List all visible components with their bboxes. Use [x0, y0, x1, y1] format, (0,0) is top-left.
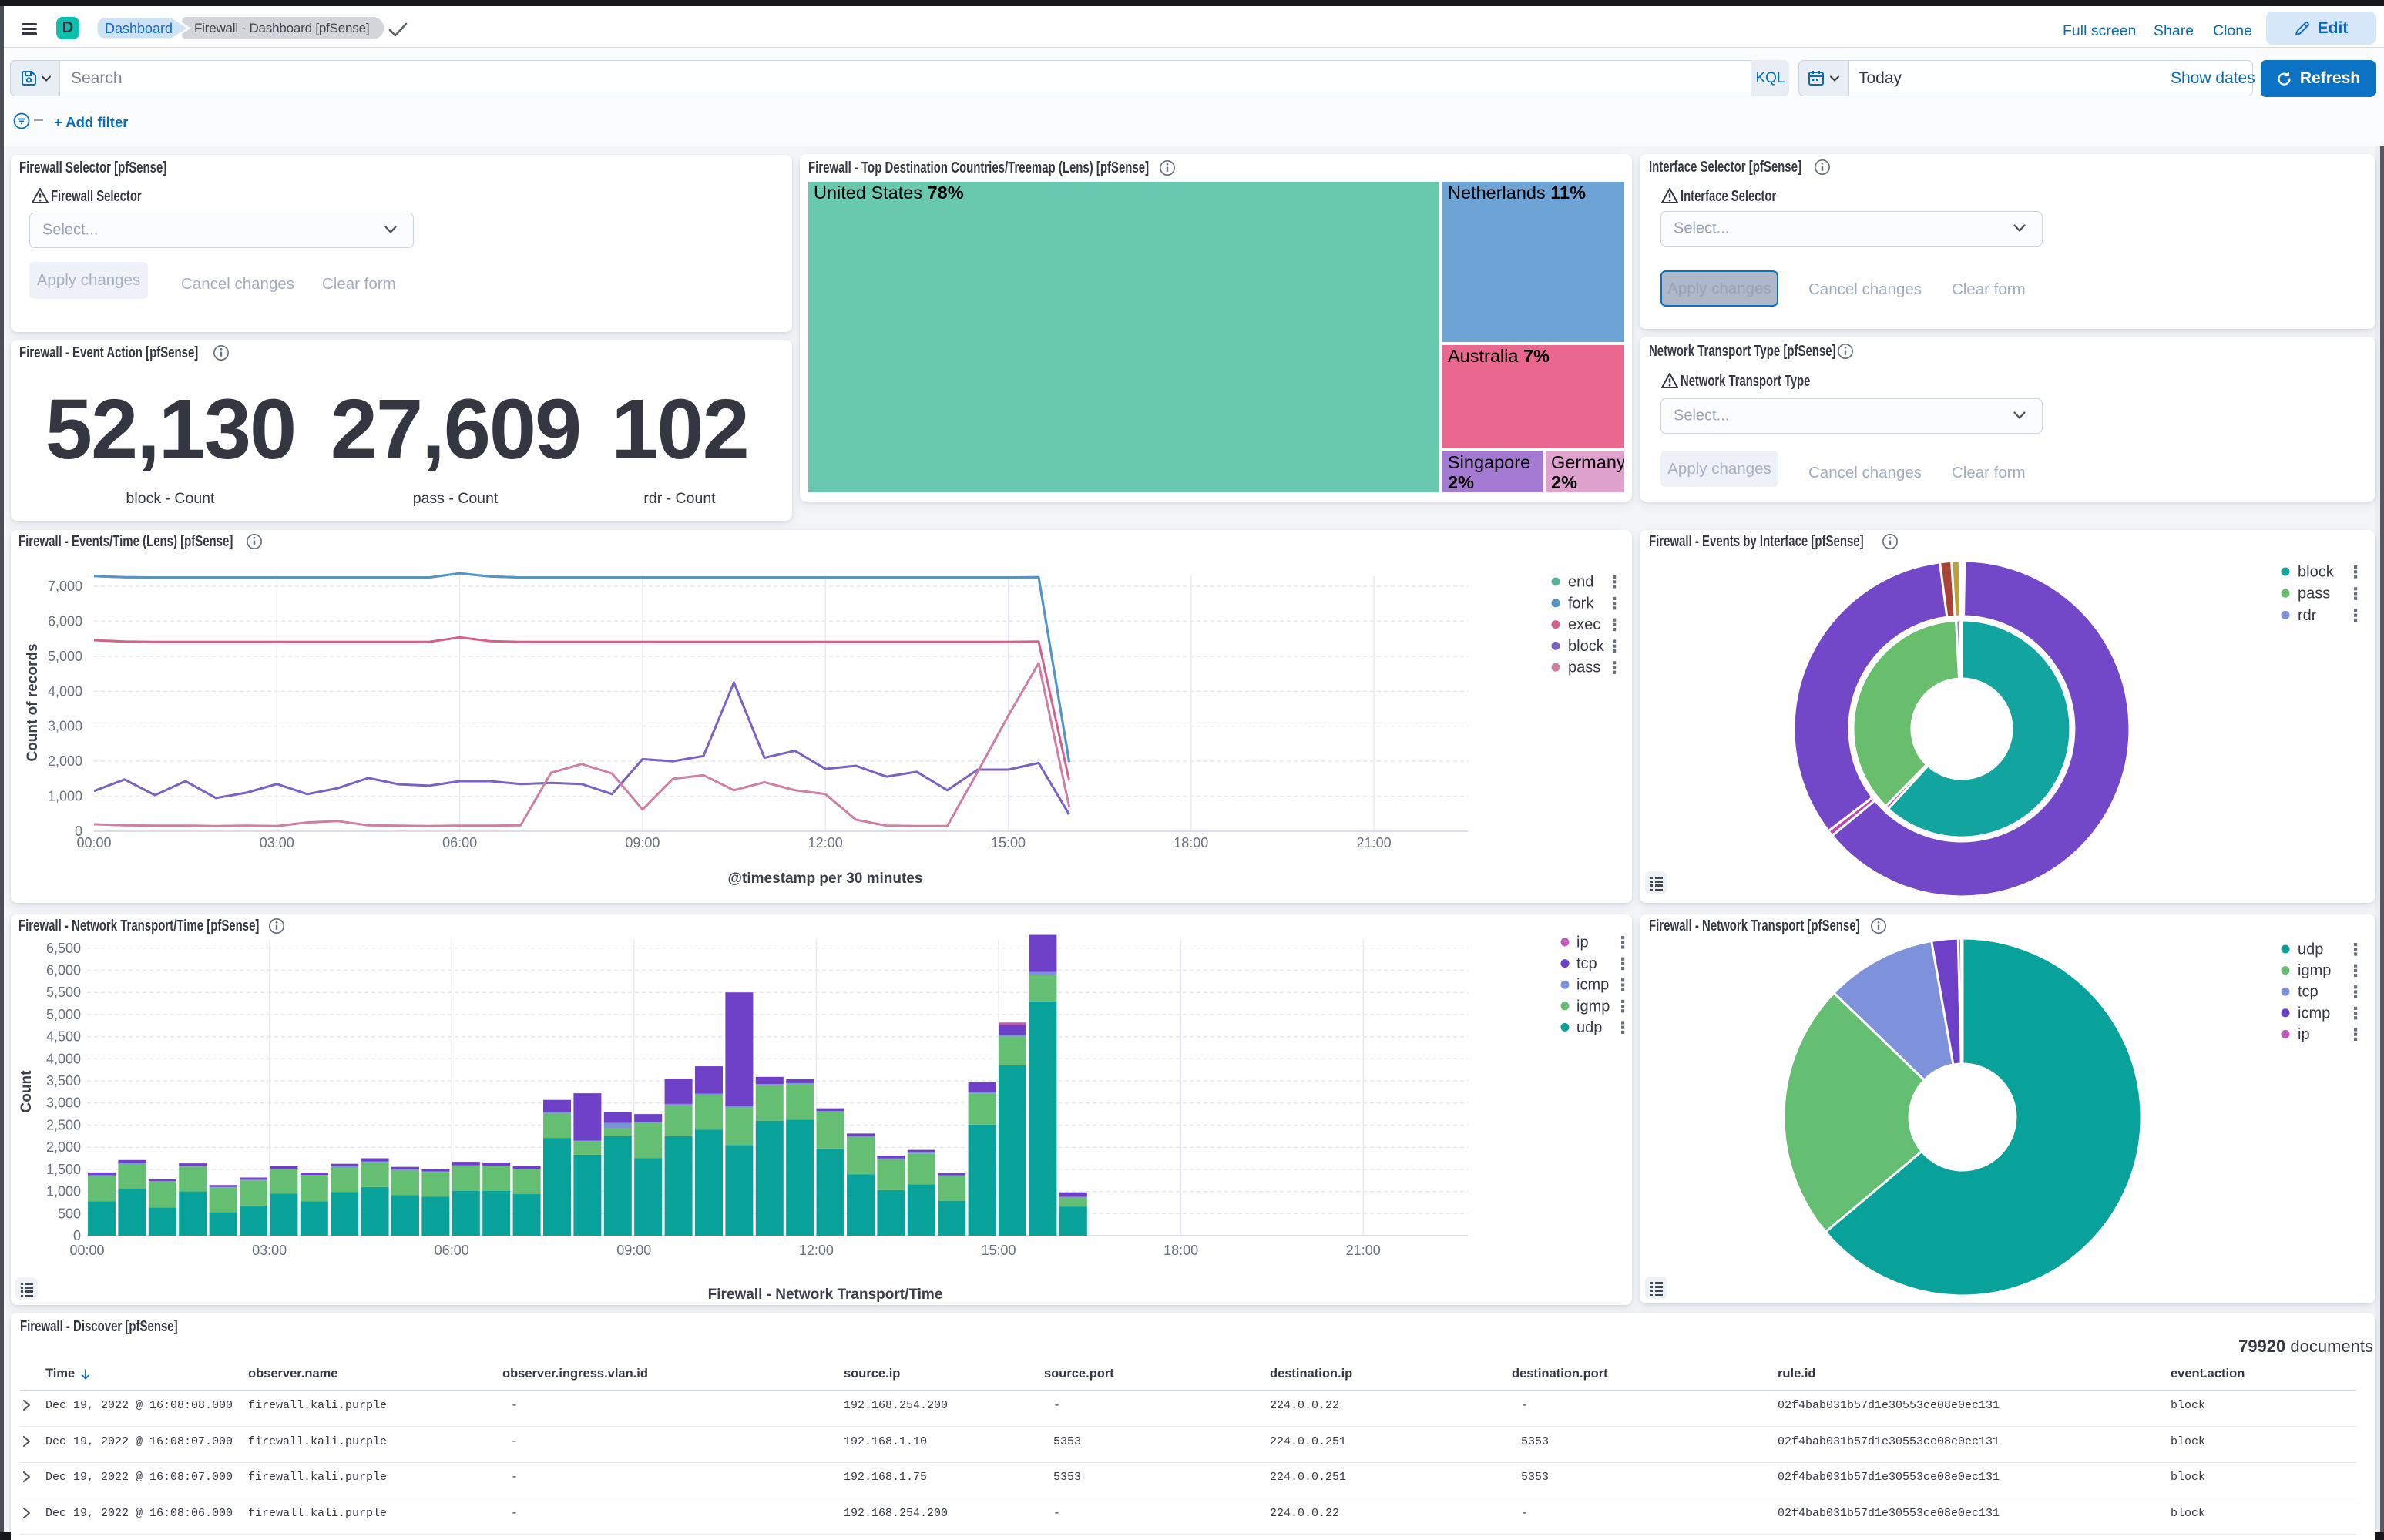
svg-text:@timestamp per 30 minutes: @timestamp per 30 minutes	[728, 871, 923, 887]
svg-text:2,500: 2,500	[46, 1118, 81, 1133]
svg-text:5,000: 5,000	[48, 649, 82, 664]
svg-text:5,000: 5,000	[46, 1007, 81, 1022]
svg-text:Firewall - Network Transport/T: Firewall - Network Transport/Time	[708, 1287, 943, 1303]
svg-text:udp: udp	[1576, 1019, 1602, 1036]
svg-text:12:00: 12:00	[799, 1243, 834, 1258]
svg-text:pass: pass	[1568, 659, 1600, 676]
svg-text:12:00: 12:00	[808, 835, 843, 851]
svg-text:Dashboard: Dashboard	[105, 21, 173, 36]
svg-text:icmp: icmp	[2298, 1005, 2330, 1022]
svg-text:icmp: icmp	[1576, 977, 1609, 994]
svg-text:0: 0	[73, 1228, 81, 1243]
svg-text:2,000: 2,000	[48, 753, 82, 769]
svg-text:exec: exec	[1568, 616, 1600, 633]
svg-text:3,500: 3,500	[46, 1073, 81, 1089]
svg-text:15:00: 15:00	[981, 1243, 1016, 1258]
svg-text:5,500: 5,500	[46, 985, 81, 1000]
svg-text:Count of records: Count of records	[25, 643, 41, 761]
svg-text:15:00: 15:00	[991, 835, 1026, 851]
svg-text:00:00: 00:00	[76, 835, 111, 851]
svg-text:1,500: 1,500	[46, 1162, 81, 1177]
svg-text:igmp: igmp	[1576, 998, 1610, 1015]
svg-text:4,500: 4,500	[46, 1029, 81, 1045]
svg-text:1,000: 1,000	[46, 1184, 81, 1199]
svg-text:18:00: 18:00	[1163, 1243, 1198, 1258]
svg-text:21:00: 21:00	[1346, 1243, 1381, 1258]
svg-text:block: block	[2298, 564, 2335, 581]
svg-text:6,500: 6,500	[46, 941, 81, 956]
svg-text:6,000: 6,000	[46, 963, 81, 978]
svg-text:18:00: 18:00	[1174, 835, 1208, 851]
svg-text:09:00: 09:00	[625, 835, 660, 851]
svg-text:ip: ip	[2298, 1026, 2310, 1043]
svg-text:tcp: tcp	[1576, 955, 1597, 972]
svg-text:fork: fork	[1568, 595, 1594, 612]
svg-text:4,000: 4,000	[48, 683, 82, 699]
svg-text:03:00: 03:00	[252, 1243, 287, 1258]
svg-text:21:00: 21:00	[1357, 835, 1392, 851]
svg-text:06:00: 06:00	[435, 1243, 469, 1258]
svg-text:tcp: tcp	[2298, 984, 2319, 1001]
svg-text:4,000: 4,000	[46, 1051, 81, 1066]
svg-text:09:00: 09:00	[616, 1243, 651, 1258]
svg-text:2,000: 2,000	[46, 1139, 81, 1155]
svg-text:3,000: 3,000	[46, 1095, 81, 1111]
svg-text:Count: Count	[18, 1070, 35, 1113]
svg-text:rdr: rdr	[2298, 607, 2317, 624]
svg-text:end: end	[1568, 574, 1593, 591]
svg-text:igmp: igmp	[2298, 962, 2331, 979]
svg-text:7,000: 7,000	[48, 579, 82, 594]
svg-text:6,000: 6,000	[48, 613, 82, 629]
svg-text:udp: udp	[2298, 941, 2323, 958]
svg-text:1,000: 1,000	[48, 789, 82, 804]
svg-text:06:00: 06:00	[442, 835, 477, 851]
svg-text:3,000: 3,000	[48, 719, 82, 734]
svg-text:ip: ip	[1576, 934, 1589, 951]
svg-text:pass: pass	[2298, 585, 2330, 602]
svg-text:03:00: 03:00	[260, 835, 294, 851]
svg-text:00:00: 00:00	[69, 1243, 104, 1258]
svg-text:500: 500	[58, 1206, 81, 1221]
svg-text:block: block	[1568, 638, 1605, 655]
